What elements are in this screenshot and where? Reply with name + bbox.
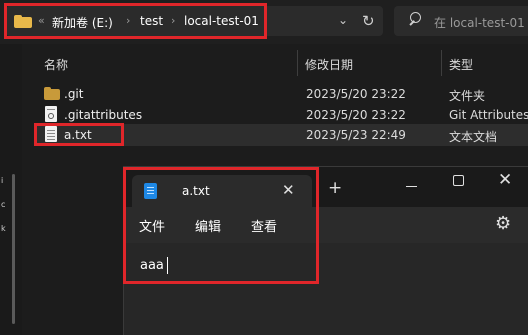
tab-close-icon[interactable]: ✕ <box>282 181 295 199</box>
file-date: 2023/5/20 23:22 <box>306 87 406 101</box>
column-divider[interactable] <box>441 50 442 76</box>
menu-view[interactable]: 查看 <box>251 216 277 235</box>
menu-edit[interactable]: 编辑 <box>195 216 221 235</box>
file-type: 文本文档 <box>449 130 498 144</box>
file-type: 文件夹 <box>449 89 486 103</box>
overflow-chevron-icon[interactable]: « <box>38 14 45 27</box>
notepad-window: a.txt ✕ + ✕ 文件 编辑 查看 ⚙ aaa <box>123 166 528 335</box>
text-caret <box>167 257 168 274</box>
notepad-icon <box>144 183 157 199</box>
column-header: 名称 修改日期 类型 <box>22 48 528 78</box>
file-row[interactable]: .gitattributes 2023/5/20 23:22 Git Attri… <box>34 104 528 126</box>
scrollbar[interactable] <box>12 174 15 324</box>
notepad-editor[interactable]: aaa <box>124 243 528 335</box>
breadcrumb-separator: › <box>171 14 176 27</box>
explorer-toolbar: « 新加卷 (E:) › test › local-test-01 ⌄ ↻ 在 … <box>0 0 528 44</box>
nav-text-fragment: c <box>1 200 6 209</box>
breadcrumb-drive[interactable]: 新加卷 (E:) <box>52 14 113 31</box>
text-file-icon <box>45 126 57 142</box>
file-name: a.txt <box>64 128 92 142</box>
nav-text-fragment: k <box>1 224 6 233</box>
editor-content[interactable]: aaa <box>140 258 164 273</box>
chevron-down-icon[interactable]: ⌄ <box>338 13 348 27</box>
settings-file-icon <box>45 106 57 122</box>
breadcrumb-separator: › <box>126 14 131 27</box>
notepad-menubar: 文件 编辑 查看 ⚙ <box>124 207 528 243</box>
notepad-titlebar[interactable]: a.txt ✕ + ✕ <box>124 167 528 207</box>
column-name[interactable]: 名称 <box>44 56 68 73</box>
notepad-tab[interactable]: a.txt ✕ <box>132 175 312 207</box>
maximize-icon[interactable] <box>453 175 464 186</box>
file-row[interactable]: .git 2023/5/20 23:22 文件夹 <box>34 83 528 105</box>
menu-file[interactable]: 文件 <box>139 216 165 235</box>
navigation-pane: i c k <box>0 44 22 335</box>
file-date: 2023/5/20 23:22 <box>306 108 406 122</box>
file-row-selected[interactable]: a.txt 2023/5/23 22:49 文本文档 <box>34 124 528 146</box>
folder-icon <box>14 15 32 28</box>
minimize-icon[interactable] <box>406 186 417 187</box>
file-type: Git Attributes <box>449 108 528 122</box>
new-tab-icon[interactable]: + <box>328 180 342 197</box>
file-date: 2023/5/23 22:49 <box>306 128 406 142</box>
breadcrumb-local-test-01[interactable]: local-test-01 <box>184 14 259 28</box>
search-box[interactable]: 在 local-test-01 <box>394 6 528 36</box>
settings-gear-icon[interactable]: ⚙ <box>495 213 511 234</box>
address-bar[interactable]: « 新加卷 (E:) › test › local-test-01 ⌄ ↻ <box>6 6 383 36</box>
search-input[interactable]: 在 local-test-01 <box>434 14 525 31</box>
refresh-icon[interactable]: ↻ <box>362 12 375 30</box>
tab-title: a.txt <box>182 184 210 198</box>
file-name: .gitattributes <box>64 108 143 122</box>
close-icon[interactable]: ✕ <box>498 170 512 190</box>
search-icon <box>408 12 424 28</box>
file-name: .git <box>64 87 84 101</box>
folder-icon <box>44 87 60 100</box>
column-divider[interactable] <box>297 50 298 76</box>
breadcrumb-test[interactable]: test <box>140 14 163 28</box>
column-type[interactable]: 类型 <box>449 56 473 73</box>
nav-text-fragment: i <box>1 176 4 185</box>
column-date[interactable]: 修改日期 <box>305 56 353 73</box>
